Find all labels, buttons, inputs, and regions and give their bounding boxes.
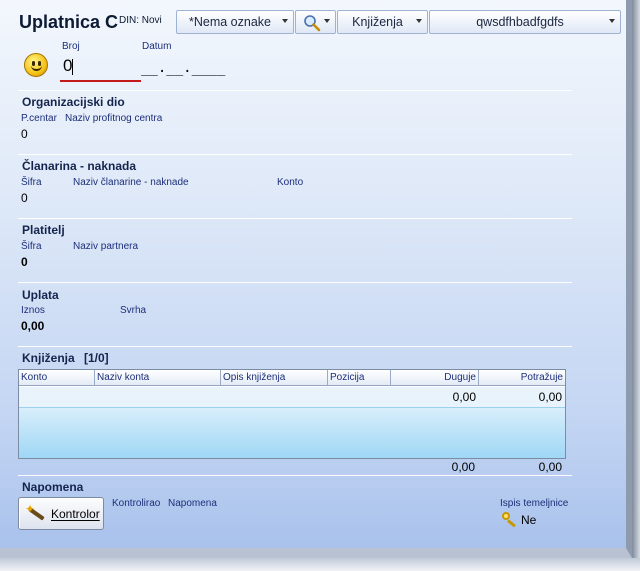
col-pozicija[interactable]: Pozicija [330,372,364,383]
knjizenja-counter: [1/0] [84,351,109,365]
pcentar-field[interactable]: 0 [21,127,28,141]
platitelj-sifra-field[interactable]: 0 [21,255,28,269]
broj-label: Broj [62,41,80,52]
broj-input[interactable]: 0 [60,55,140,79]
naziv-profitnog-centra-label: Naziv profitnog centra [65,113,163,124]
col-potrazuje[interactable]: Potražuje [481,372,563,383]
key-icon [502,512,518,528]
chevron-down-icon [609,19,615,23]
iznos-label: Iznos [21,305,45,316]
total-duguje: 0,00 [451,460,475,474]
col-naziv-konta[interactable]: Naziv konta [97,372,149,383]
text-caret [72,59,73,75]
text-combo[interactable]: qwsdfhbadfgdfs [429,10,621,34]
naziv-clanarine-label: Naziv članarine - naknade [73,177,189,188]
knjizenja-combo-value: Knjiženja [352,15,403,29]
separator [18,475,572,476]
knjizenja-combo[interactable]: Knjiženja [337,10,428,34]
separator [18,346,572,347]
datum-label: Datum [142,41,172,52]
ispis-temeljnice-value[interactable]: Ne [521,513,536,527]
separator [18,282,572,283]
kontrolor-button-label: Kontrolor [51,506,100,521]
separator [18,154,572,155]
broj-underline [60,80,141,82]
col-opis-knjizenja[interactable]: Opis knjiženja [223,372,285,383]
section-organizacijski-dio: Organizacijski dio [22,95,125,109]
row-duguje: 0,00 [452,390,476,404]
magnifier-icon [303,14,321,32]
section-platitelj: Platitelj [22,223,65,237]
napomena-label: Napomena [168,498,217,509]
kontrolirao-label: Kontrolirao [112,498,161,509]
iznos-field[interactable]: 0,00 [21,319,44,333]
datum-input[interactable]: __.__.____ [141,60,225,76]
section-uplata: Uplata [22,288,59,302]
separator [18,218,572,219]
din-status: DIN: Novi [119,15,162,26]
separator [18,90,572,91]
clanarina-sifra-field[interactable]: 0 [21,191,28,205]
platitelj-sifra-label: Šifra [21,241,42,252]
svrha-label: Svrha [120,305,147,316]
text-combo-value: qwsdfhbadfgdfs [476,15,564,29]
row-potrazuje: 0,00 [538,390,562,404]
naziv-partnera-label: Naziv partnera [73,241,139,252]
oznake-combo[interactable]: *Nema oznake [176,10,294,34]
smiley-status-icon [24,53,48,77]
table-row[interactable]: 0,00 0,00 [19,387,565,408]
section-clanarina: Članarina - naknada [22,159,137,173]
clanarina-sifra-label: Šifra [21,177,42,188]
konto-label: Konto [277,177,304,188]
kontrolor-button[interactable]: ✦ Kontrolor [18,497,104,530]
magic-wand-icon: ✦ [25,503,47,525]
section-knjizenja: Knjiženja [22,351,75,365]
window-shadow-right [632,0,640,571]
section-napomena: Napomena [22,480,84,494]
oznake-combo-value: *Nema oznake [189,15,271,29]
col-duguje[interactable]: Duguje [393,372,476,383]
total-potrazuje: 0,00 [538,460,562,474]
grid-header: Konto Naziv konta Opis knjiženja Pozicij… [19,370,565,386]
search-combo[interactable] [295,10,336,34]
grid-empty-area [19,408,565,458]
window-shadow-bottom [0,558,640,571]
col-konto[interactable]: Konto [21,372,47,383]
knjizenja-grid[interactable]: Konto Naziv konta Opis knjiženja Pozicij… [18,369,566,459]
pcentar-label: P.centar [21,113,57,124]
chevron-down-icon [324,19,330,23]
form-title: Uplatnica C [19,12,119,32]
chevron-down-icon [282,19,288,23]
chevron-down-icon [416,19,422,23]
ispis-temeljnice-label: Ispis temeljnice [500,498,569,509]
